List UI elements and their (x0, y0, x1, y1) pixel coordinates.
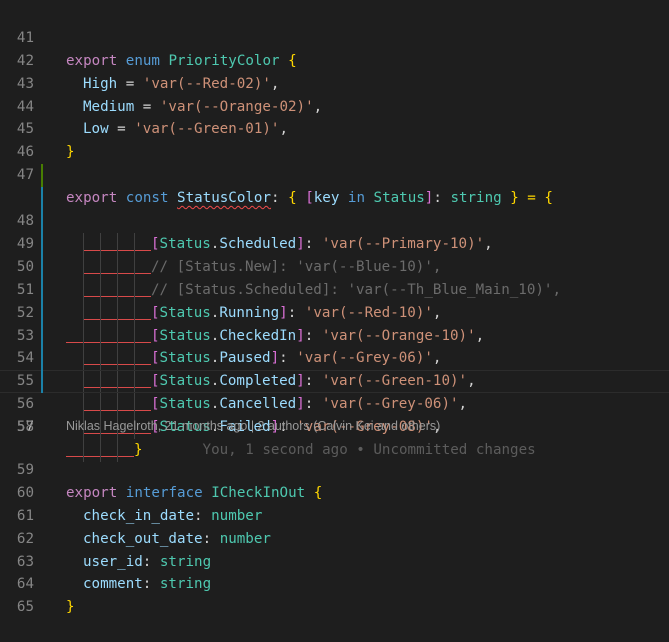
code-line[interactable]: 59 export interface ICheckInOut { (0, 436, 669, 501)
code-line[interactable]: 50 // [Status.Scheduled]: 'var(--Th_Blue… (0, 210, 669, 302)
code-line[interactable]: 41 export enum PriorityColor { (0, 4, 669, 69)
code-line[interactable]: 45 } (0, 96, 669, 160)
code-line[interactable]: 53 [Status.Paused]: 'var(--Grey-06)', (0, 278, 669, 371)
codelens-row: Niklas Hagelroth, 21 months ago | 2 auth… (0, 416, 669, 436)
code-line[interactable]: 55 [Status.Cancelled]: 'var(--Grey-06)', (0, 324, 669, 417)
code-line[interactable]: 49 // [Status.New]: 'var(--Blue-10)', (0, 187, 669, 279)
code-line[interactable]: 56 [Status.Failed]: 'var(--Grey-08)', (0, 347, 669, 439)
code-line-current[interactable]: 57 } You, 1 second ago • Uncommitted chan… (0, 370, 669, 462)
code-editor[interactable]: 41 export enum PriorityColor { 42 High =… (0, 4, 669, 615)
code-line[interactable]: 58 (0, 393, 669, 435)
code-line[interactable]: 60 check_in_date: number (0, 459, 669, 524)
git-added-marker[interactable] (41, 164, 43, 188)
code-line[interactable]: 62 user_id: string (0, 505, 669, 570)
code-line[interactable]: 61 check_out_date: number (0, 482, 669, 547)
code-line[interactable]: 47 export const StatusColor: { [key in S… (0, 141, 669, 206)
code-line[interactable]: 65 (0, 573, 669, 615)
git-modified-marker[interactable] (41, 301, 43, 325)
git-modified-marker[interactable] (41, 347, 43, 371)
git-modified-marker[interactable] (41, 255, 43, 279)
code-line[interactable]: 64 } (0, 550, 669, 615)
line-number: 65 (16, 599, 34, 616)
git-modified-marker[interactable] (41, 187, 43, 211)
token-brace: } (66, 599, 75, 616)
git-modified-marker[interactable] (41, 278, 43, 302)
code-line[interactable]: 46 (0, 118, 669, 160)
code-line[interactable]: 52 [Status.CheckedIn]: 'var(--Orange-10)… (0, 255, 669, 348)
code-line[interactable]: 51 [Status.Running]: 'var(--Red-10)', (0, 232, 669, 325)
code-line[interactable]: 48 [Status.Scheduled]: 'var(--Primary-10… (0, 164, 669, 256)
code-text: } (66, 596, 669, 619)
code-line[interactable]: 42 High = 'var(--Red-02)', (0, 27, 669, 92)
codelens-authors[interactable]: Niklas Hagelroth, 21 months ago | 2 auth… (66, 416, 440, 436)
code-line[interactable]: 44 Low = 'var(--Green-01)', (0, 73, 669, 138)
code-line[interactable]: 63 comment: string (0, 528, 669, 593)
git-modified-marker[interactable] (41, 210, 43, 233)
code-line[interactable]: 43 Medium = 'var(--Orange-02)', (0, 50, 669, 115)
git-modified-marker[interactable] (41, 324, 43, 348)
git-modified-marker[interactable] (41, 232, 43, 256)
code-line[interactable]: 54 [Status.Completed]: 'var(--Green-10)'… (0, 301, 669, 394)
git-modified-marker[interactable] (41, 370, 43, 394)
